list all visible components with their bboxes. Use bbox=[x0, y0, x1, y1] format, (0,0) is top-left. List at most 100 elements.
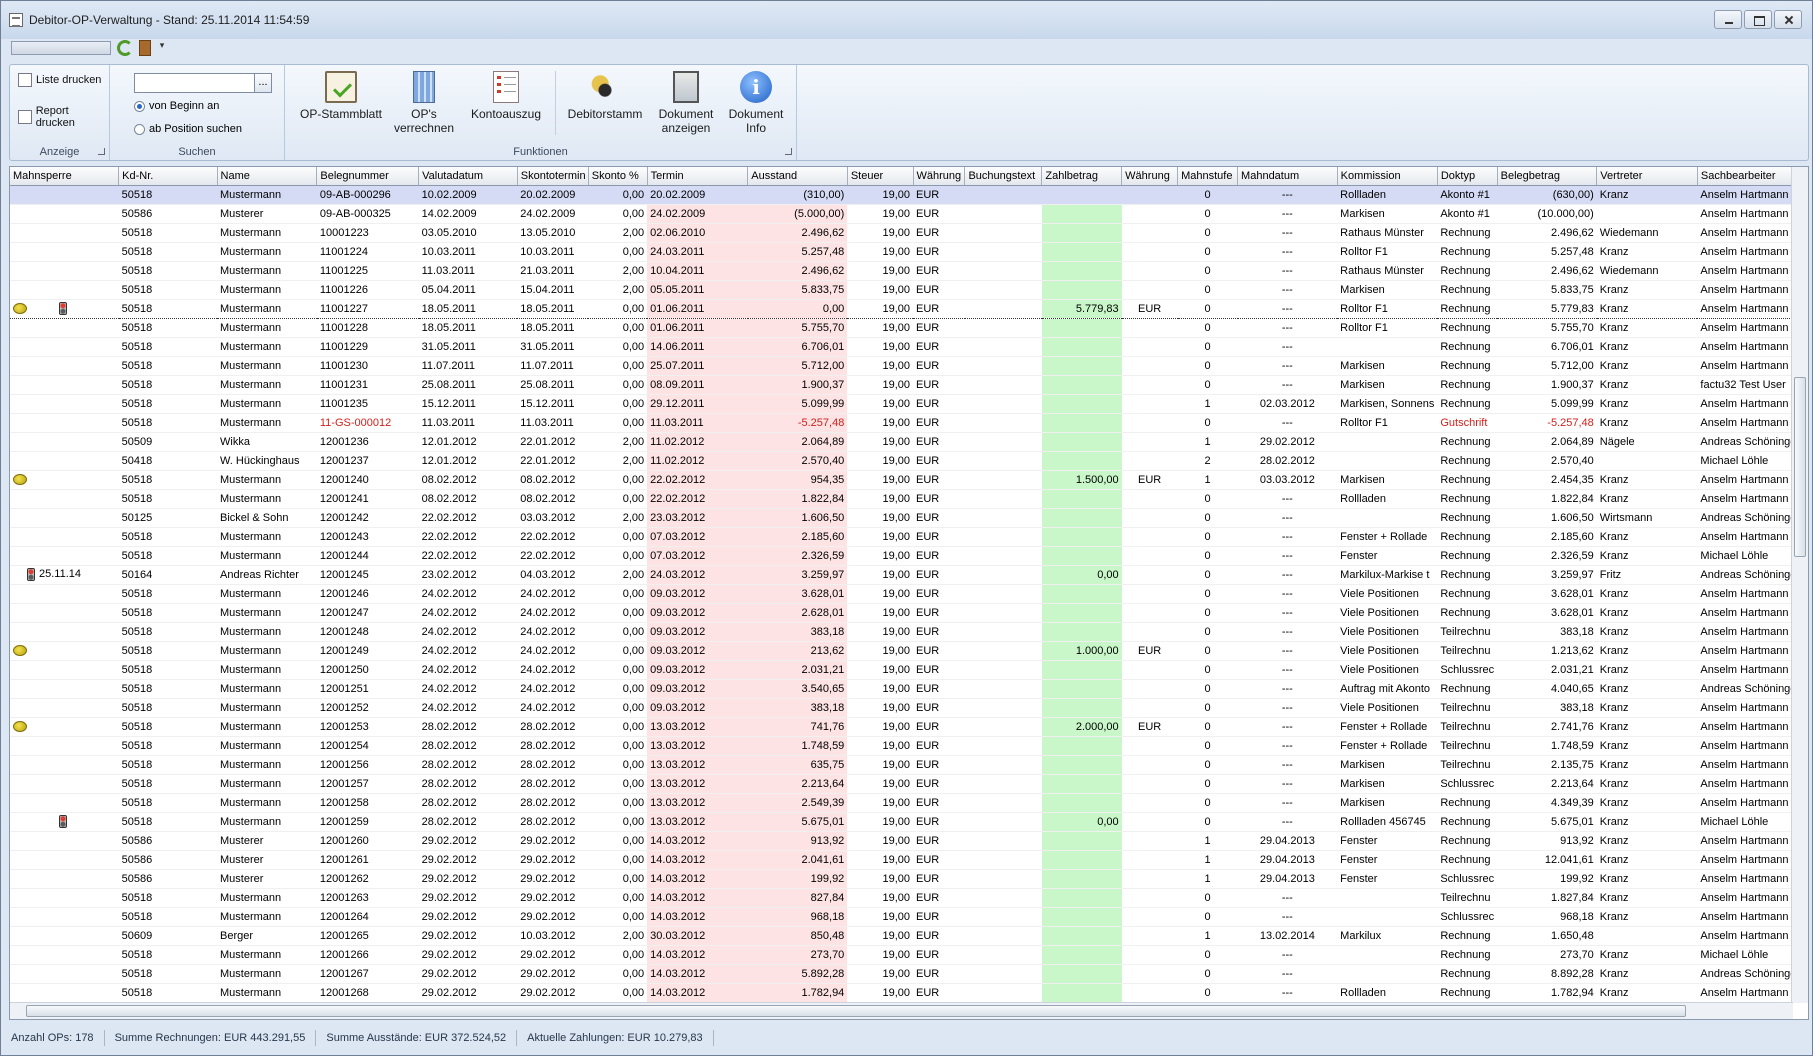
quick-access-field[interactable] bbox=[11, 41, 111, 55]
maximize-button[interactable] bbox=[1744, 10, 1772, 29]
table-row[interactable]: 50518 Mustermann 12001249 24.02.2012 24.02.2… bbox=[10, 641, 1808, 661]
column-header[interactable]: Mahndatum bbox=[1237, 167, 1338, 186]
dokument-anzeigen-button[interactable]: Dokument anzeigen bbox=[653, 71, 719, 135]
report-drucken-button[interactable]: Report drucken bbox=[18, 105, 109, 129]
cell-ms bbox=[10, 869, 119, 889]
horizontal-scrollbar[interactable] bbox=[10, 1002, 1793, 1019]
table-row[interactable]: 50518 Mustermann 12001266 29.02.2012 29.02.2… bbox=[10, 945, 1808, 965]
table-row[interactable]: 50518 Mustermann 12001251 24.02.2012 24.02.2… bbox=[10, 679, 1808, 699]
column-header[interactable]: Skontotermin bbox=[517, 167, 589, 186]
search-browse-button[interactable]: ... bbox=[254, 73, 272, 93]
search-input[interactable] bbox=[134, 73, 254, 93]
dialog-launcher-icon[interactable] bbox=[785, 148, 792, 155]
column-header[interactable]: Steuer bbox=[847, 167, 914, 186]
table-row[interactable]: 50518 Mustermann 12001259 28.02.2012 28.02.2… bbox=[10, 812, 1808, 832]
cell-zahl bbox=[1041, 698, 1122, 718]
column-header[interactable]: Termin bbox=[647, 167, 749, 186]
table-row[interactable]: 50518 Mustermann 12001241 08.02.2012 08.02.2… bbox=[10, 489, 1808, 509]
table-row[interactable]: 50518 Mustermann 11001228 18.05.2011 18.05.2… bbox=[10, 318, 1808, 338]
dialog-launcher-icon[interactable] bbox=[98, 148, 105, 155]
table-row[interactable]: 50518 Mustermann 12001254 28.02.2012 28.02.2… bbox=[10, 736, 1808, 756]
cell-kd: 50518 bbox=[118, 298, 218, 319]
table-row[interactable]: 50518 Mustermann 11001235 15.12.2011 15.12.2… bbox=[10, 394, 1808, 414]
table-row[interactable]: 50586 Musterer 09-AB-000325 14.02.2009 24.02… bbox=[10, 204, 1808, 224]
column-header[interactable]: Kommission bbox=[1337, 167, 1438, 186]
table-row[interactable]: 50518 Mustermann 11001229 31.05.2011 31.05.2… bbox=[10, 337, 1808, 357]
radio-ab-position[interactable]: ab Position suchen bbox=[134, 123, 242, 135]
vertical-scrollbar[interactable] bbox=[1791, 167, 1808, 1003]
column-header[interactable]: Skonto % bbox=[588, 167, 648, 186]
cell-kom bbox=[1337, 508, 1438, 528]
customize-toolbar-icon[interactable]: ▾ bbox=[157, 40, 167, 56]
table-row[interactable]: 50518 Mustermann 11001227 18.05.2011 18.05.2… bbox=[10, 298, 1808, 319]
table-row[interactable]: 50418 W. Hückinghaus 12001237 12.01.2012 22.… bbox=[10, 451, 1808, 471]
close-button[interactable] bbox=[1774, 10, 1802, 29]
table-row[interactable]: 50586 Musterer 12001262 29.02.2012 29.02.201… bbox=[10, 869, 1808, 889]
exit-icon[interactable] bbox=[139, 40, 151, 56]
column-header[interactable]: Valutadatum bbox=[418, 167, 518, 186]
column-header[interactable]: Name bbox=[217, 167, 318, 186]
table-row[interactable]: 50586 Musterer 12001260 29.02.2012 29.02.201… bbox=[10, 831, 1808, 851]
table-row[interactable]: 50518 Mustermann 12001252 24.02.2012 24.02.2… bbox=[10, 698, 1808, 718]
table-row[interactable]: 50518 Mustermann 11001225 11.03.2011 21.03.2… bbox=[10, 261, 1808, 281]
cell-ver: Wirtsmann bbox=[1596, 508, 1698, 528]
table-row[interactable]: 50518 Mustermann 12001268 29.02.2012 29.02.2… bbox=[10, 983, 1808, 1003]
column-header[interactable]: Zahlbetrag bbox=[1041, 167, 1123, 186]
column-header[interactable]: Währung bbox=[913, 167, 966, 186]
ops-verrechnen-button[interactable]: OP's verrechnen bbox=[389, 71, 459, 135]
column-header[interactable]: Belegbetrag bbox=[1497, 167, 1598, 186]
cell-sk: 0,00 bbox=[588, 527, 648, 547]
table-row[interactable]: 50518 Mustermann 11-GS-000012 11.03.2011 11.… bbox=[10, 413, 1808, 433]
table-row[interactable]: 50609 Berger 12001265 29.02.2012 10.03.2012 2… bbox=[10, 926, 1808, 946]
column-header[interactable]: Buchungstext bbox=[964, 167, 1043, 186]
table-row[interactable]: 50518 Mustermann 12001257 28.02.2012 28.02.2… bbox=[10, 774, 1808, 794]
table-row[interactable]: 50518 Mustermann 12001248 24.02.2012 24.02.2… bbox=[10, 622, 1808, 642]
table-row[interactable]: 50518 Mustermann 12001240 08.02.2012 08.02.2… bbox=[10, 470, 1808, 490]
table-row[interactable]: 50518 Mustermann 11001226 05.04.2011 15.04.2… bbox=[10, 280, 1808, 300]
column-header[interactable]: Kd-Nr. bbox=[118, 167, 218, 186]
liste-drucken-button[interactable]: Liste drucken bbox=[18, 73, 101, 87]
horizontal-scroll-thumb[interactable] bbox=[26, 1005, 1686, 1017]
table-row[interactable]: 50518 Mustermann 12001264 29.02.2012 29.02.2… bbox=[10, 907, 1808, 927]
table-row[interactable]: 50518 Mustermann 10001223 03.05.2010 13.05.2… bbox=[10, 223, 1808, 243]
cell-ms bbox=[10, 584, 119, 604]
table-row[interactable]: 50518 Mustermann 12001258 28.02.2012 28.02.2… bbox=[10, 793, 1808, 813]
column-header[interactable]: Mahnstufe bbox=[1177, 167, 1239, 186]
column-header[interactable]: Währung bbox=[1121, 167, 1179, 186]
column-header[interactable]: Mahnsperre bbox=[10, 167, 120, 186]
table-row[interactable]: 50518 Mustermann 11001231 25.08.2011 25.08.2… bbox=[10, 375, 1808, 395]
column-header[interactable]: Vertreter bbox=[1596, 167, 1698, 186]
cell-wae2 bbox=[1121, 679, 1178, 699]
debitorstamm-button[interactable]: Debitorstamm bbox=[561, 71, 649, 121]
column-header[interactable]: Ausstand bbox=[747, 167, 848, 186]
column-header[interactable]: Doktyp bbox=[1437, 167, 1498, 186]
table-row[interactable]: 50586 Musterer 12001261 29.02.2012 29.02.201… bbox=[10, 850, 1808, 870]
cell-skt: 03.03.2012 bbox=[517, 508, 589, 528]
radio-von-beginn[interactable]: von Beginn an bbox=[134, 100, 219, 112]
vertical-scroll-thumb[interactable] bbox=[1794, 377, 1806, 557]
table-row[interactable]: 50518 Mustermann 09-AB-000296 10.02.2009 20.… bbox=[10, 185, 1808, 205]
table-row[interactable]: 50518 Mustermann 12001256 28.02.2012 28.02.2… bbox=[10, 755, 1808, 775]
table-row[interactable]: 25.11.14 50164 Andreas Richter 12001245 23.0… bbox=[10, 565, 1808, 585]
column-header[interactable]: Belegnummer bbox=[316, 167, 420, 186]
cell-bb: 1.606,50 bbox=[1497, 508, 1597, 528]
table-row[interactable]: 50518 Mustermann 11001230 11.07.2011 11.07.2… bbox=[10, 356, 1808, 376]
table-row[interactable]: 50518 Mustermann 12001263 29.02.2012 29.02.2… bbox=[10, 888, 1808, 908]
cell-termin: 11.02.2012 bbox=[647, 432, 748, 452]
table-row[interactable]: 50518 Mustermann 12001244 22.02.2012 22.02.2… bbox=[10, 546, 1808, 566]
table-row[interactable]: 50518 Mustermann 12001246 24.02.2012 24.02.2… bbox=[10, 584, 1808, 604]
table-row[interactable]: 50518 Mustermann 12001247 24.02.2012 24.02.2… bbox=[10, 603, 1808, 623]
table-row[interactable]: 50509 Wikka 12001236 12.01.2012 22.01.2012 2,… bbox=[10, 432, 1808, 452]
table-row[interactable]: 50518 Mustermann 12001253 28.02.2012 28.02.2… bbox=[10, 717, 1808, 737]
table-row[interactable]: 50125 Bickel & Sohn 12001242 22.02.2012 03.0… bbox=[10, 508, 1808, 528]
minimize-button[interactable] bbox=[1714, 10, 1742, 29]
op-stammblatt-button[interactable]: OP-Stammblatt bbox=[299, 71, 383, 121]
table-row[interactable]: 50518 Mustermann 11001224 10.03.2011 10.03.2… bbox=[10, 242, 1808, 262]
refresh-icon[interactable] bbox=[117, 40, 133, 56]
kontoauszug-button[interactable]: Kontoauszug bbox=[465, 71, 547, 121]
table-row[interactable]: 50518 Mustermann 12001243 22.02.2012 22.02.2… bbox=[10, 527, 1808, 547]
dokument-info-button[interactable]: i Dokument Info bbox=[723, 71, 789, 135]
table-row[interactable]: 50518 Mustermann 12001267 29.02.2012 29.02.2… bbox=[10, 964, 1808, 984]
table-row[interactable]: 50518 Mustermann 12001250 24.02.2012 24.02.2… bbox=[10, 660, 1808, 680]
cell-ver: Kranz bbox=[1596, 375, 1698, 395]
